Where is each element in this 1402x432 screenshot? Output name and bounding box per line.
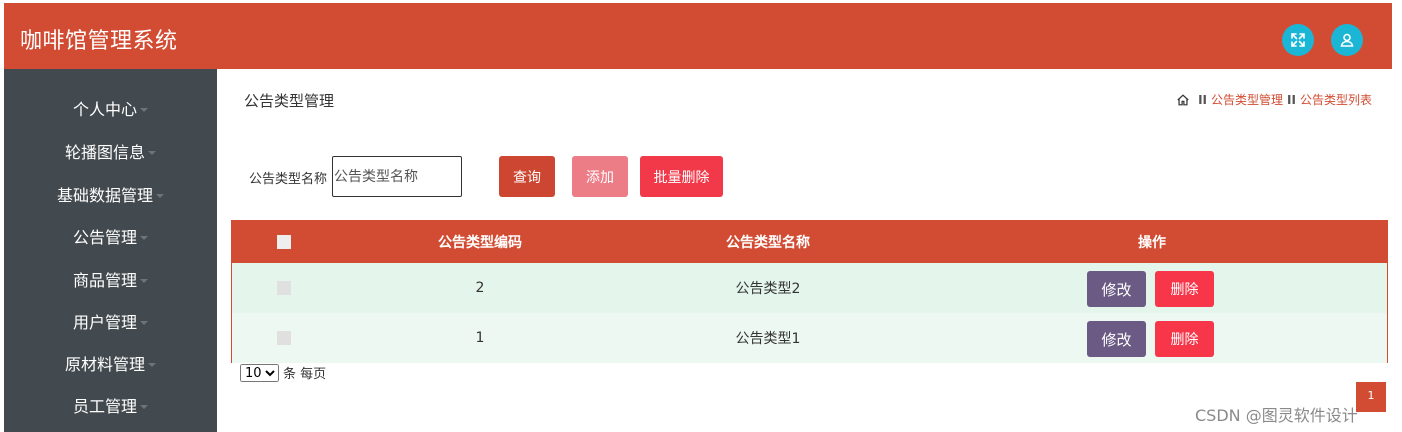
row-checkbox[interactable] [277, 281, 291, 295]
sidebar-item-label: 商品管理 [72, 271, 137, 290]
current-page-button[interactable]: 1 [1356, 382, 1386, 412]
app-title: 咖啡馆管理系统 [20, 29, 178, 54]
breadcrumb-separator: II [1287, 92, 1296, 107]
sidebar-item-announcements[interactable]: 公告管理 [4, 216, 217, 256]
cell-code: 1 [475, 330, 485, 346]
query-button[interactable]: 查询 [499, 156, 555, 197]
caret-down-icon [140, 321, 148, 325]
sidebar-item-staff[interactable]: 员工管理 [4, 385, 217, 425]
sidebar-item-label: 员工管理 [72, 397, 137, 416]
breadcrumb: II 公告类型管理 II 公告类型列表 [1176, 91, 1372, 108]
caret-down-icon [148, 151, 156, 155]
search-label: 公告类型名称 [249, 172, 328, 187]
row-checkbox-cell [262, 263, 306, 313]
sidebar-item-personal-center[interactable]: 个人中心 [4, 88, 217, 128]
cell-code: 2 [475, 280, 485, 296]
sidebar-item-users[interactable]: 用户管理 [4, 301, 217, 341]
column-header-code: 公告类型编码 [438, 235, 522, 251]
column-header-name: 公告类型名称 [726, 235, 810, 251]
sidebar: 个人中心 轮播图信息 基础数据管理 公告管理 商品管理 用户管理 原材料管理 员… [4, 69, 217, 432]
add-button[interactable]: 添加 [572, 156, 628, 197]
cell-name: 公告类型1 [735, 331, 801, 347]
header-checkbox-cell [262, 221, 306, 263]
sidebar-item-carousel[interactable]: 轮播图信息 [4, 131, 217, 171]
page-size-select[interactable]: 10 [240, 363, 279, 382]
caret-down-icon [156, 194, 164, 198]
watermark: CSDN @图灵软件设计 [1195, 406, 1358, 425]
pagination: 10 条 每页 [240, 363, 326, 382]
sidebar-item-label: 原材料管理 [64, 355, 145, 374]
breadcrumb-item[interactable]: 公告类型管理 [1211, 91, 1283, 108]
cell-name: 公告类型2 [735, 281, 801, 297]
batch-delete-button[interactable]: 批量删除 [640, 156, 723, 197]
table-row: 1 公告类型1 修改 删除 [232, 313, 1387, 363]
breadcrumb-item[interactable]: 公告类型列表 [1300, 91, 1372, 108]
page-title: 公告类型管理 [244, 92, 335, 110]
delete-button[interactable]: 删除 [1155, 271, 1214, 307]
data-table: 公告类型编码 公告类型名称 操作 2 公告类型2 修改 删除 1 公告类型1 修… [231, 220, 1388, 363]
sidebar-item-products[interactable]: 商品管理 [4, 259, 217, 299]
breadcrumb-separator: II [1198, 92, 1208, 107]
per-page-label: 条 每页 [283, 367, 327, 382]
sidebar-item-label: 轮播图信息 [64, 143, 145, 162]
sidebar-item-label: 基础数据管理 [56, 186, 153, 205]
home-icon[interactable] [1176, 93, 1190, 107]
fullscreen-icon[interactable] [1282, 24, 1314, 56]
sidebar-item-label: 个人中心 [72, 100, 137, 119]
column-header-actions: 操作 [1138, 235, 1166, 251]
sidebar-item-label: 公告管理 [72, 228, 137, 247]
edit-button[interactable]: 修改 [1087, 321, 1146, 357]
caret-down-icon [140, 405, 148, 409]
row-checkbox[interactable] [277, 331, 291, 345]
caret-down-icon [140, 108, 148, 112]
caret-down-icon [140, 279, 148, 283]
top-bar: 咖啡馆管理系统 [4, 3, 1392, 69]
table-header: 公告类型编码 公告类型名称 操作 [232, 221, 1387, 263]
sidebar-item-materials[interactable]: 原材料管理 [4, 343, 217, 383]
caret-down-icon [140, 236, 148, 240]
select-all-checkbox[interactable] [277, 235, 291, 249]
table-row: 2 公告类型2 修改 删除 [232, 263, 1387, 313]
sidebar-item-label: 用户管理 [72, 313, 137, 332]
row-checkbox-cell [262, 313, 306, 363]
edit-button[interactable]: 修改 [1087, 271, 1146, 307]
user-icon[interactable] [1331, 24, 1363, 56]
sidebar-item-base-data[interactable]: 基础数据管理 [4, 174, 217, 214]
delete-button[interactable]: 删除 [1155, 321, 1214, 357]
search-input[interactable] [332, 156, 462, 197]
caret-down-icon [148, 363, 156, 367]
